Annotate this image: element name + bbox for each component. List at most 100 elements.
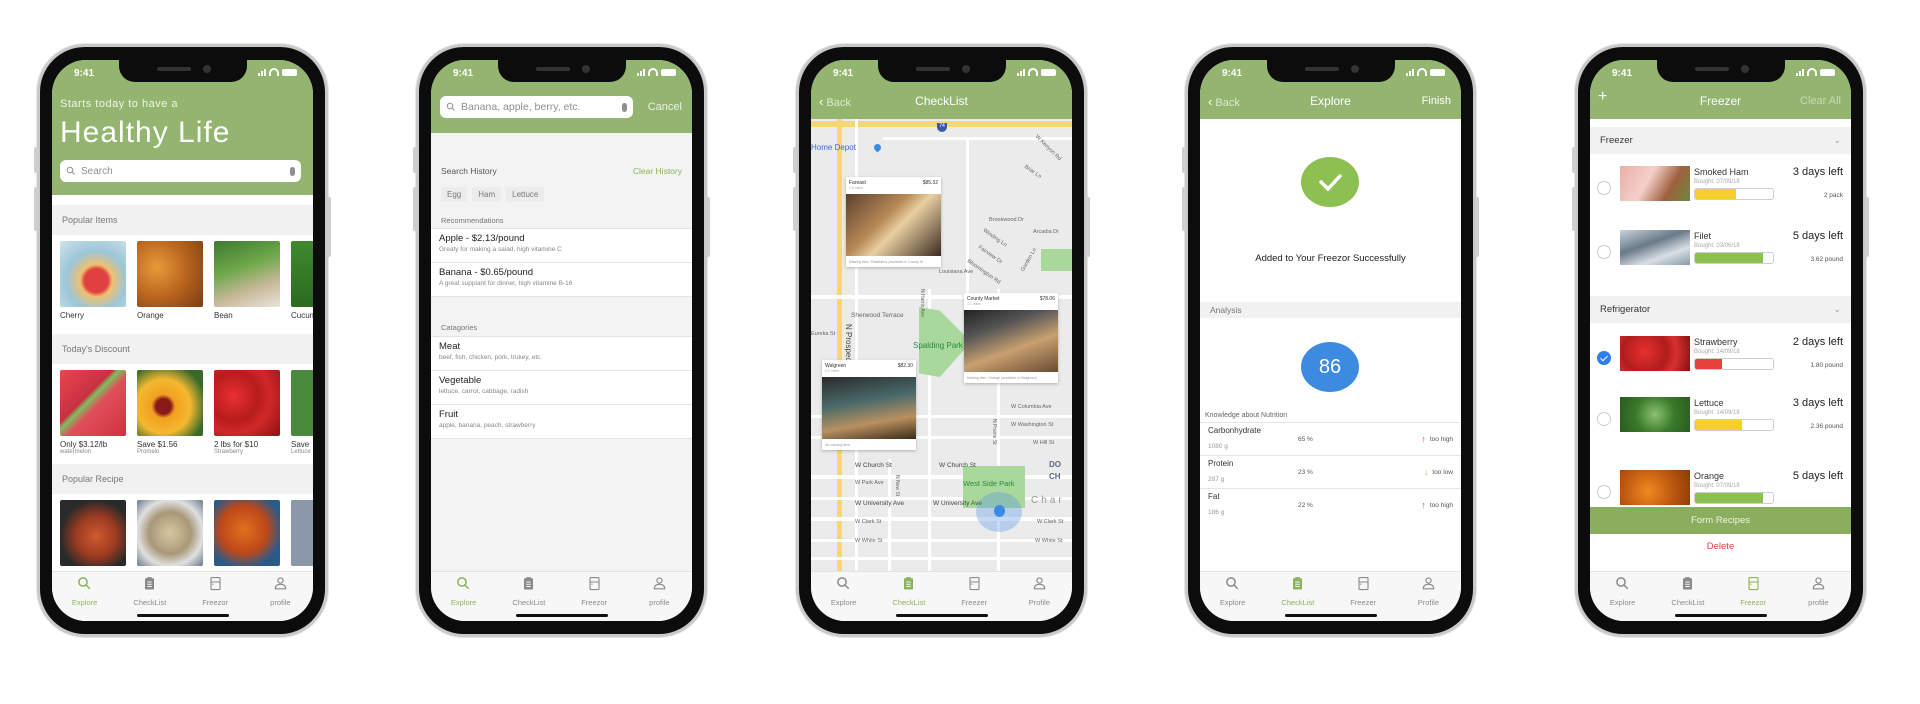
user-location-icon[interactable] (994, 505, 1005, 517)
category-row[interactable]: Fruit apple, banana, peach, strawberry (431, 405, 692, 439)
category-row[interactable]: Meat beef, fish, chicken, pork, trukey, e… (431, 337, 692, 371)
item-image (1620, 336, 1690, 371)
search-history-title: Search History (441, 166, 497, 176)
recipe-tile[interactable] (60, 500, 126, 566)
nutrition-title: Knowledge about Nutrition (1205, 412, 1288, 419)
history-chip[interactable]: Ham (472, 187, 502, 202)
store-card[interactable]: Walgreen $82.30 0.9 miles No missing item (822, 360, 916, 450)
analysis-title: Analysis (1200, 302, 1461, 318)
delete-button[interactable]: Delete (1590, 534, 1851, 571)
freezer-item[interactable]: Filet Bought: 03/06/18 5 days left 3.62 pou… (1590, 230, 1851, 274)
tab-profile[interactable]: profile (1786, 572, 1851, 621)
tab-label: Explore (1219, 598, 1246, 607)
search-icon (77, 576, 92, 598)
person-icon (1811, 576, 1826, 598)
recipe-tile[interactable] (137, 500, 203, 566)
nutrition-row: Carbonhydrate 1080 g 65 % ↑ too high (1200, 422, 1461, 455)
clear-all-button[interactable]: Clear All (1800, 95, 1841, 107)
map-pin-icon (872, 142, 883, 153)
chevron-down-icon[interactable]: ⌄ (1833, 304, 1841, 315)
item-tile[interactable]: Orange (137, 241, 203, 320)
categories-title: Catagories (441, 323, 478, 332)
tab-label: Freezor (1740, 598, 1767, 607)
discount-tile[interactable]: Only $3.12/lb watermelon (60, 370, 126, 455)
tab-label: Freezor (202, 598, 229, 607)
tab-label: Explore (450, 598, 477, 607)
recipe-tile[interactable] (291, 500, 313, 566)
finish-button[interactable]: Finish (1422, 95, 1451, 107)
discount-tile[interactable]: Save Lettuce (291, 370, 313, 455)
chevron-down-icon[interactable]: ⌄ (1833, 135, 1841, 146)
item-bought-date: Bought: 07/09/18 (1694, 179, 1740, 185)
section-header[interactable]: Refrigerator ⌄ (1590, 296, 1851, 323)
search-input[interactable]: Banana, apple, berry, etc. (440, 96, 633, 118)
search-icon (1615, 576, 1630, 598)
home-indicator (1284, 614, 1377, 617)
search-icon (1225, 576, 1240, 598)
tab-explore[interactable]: Explore (811, 572, 876, 621)
microphone-icon[interactable] (290, 166, 295, 176)
tab-label: CheckList (133, 598, 167, 607)
select-checkbox[interactable] (1597, 181, 1611, 195)
search-placeholder: Banana, apple, berry, etc. (461, 101, 581, 113)
select-checkbox[interactable] (1597, 245, 1611, 259)
freezer-item[interactable]: Lettuce Bought: 14/09/18 3 days left 2.36 p… (1590, 397, 1851, 441)
map-view[interactable]: 74 Home Depot Sherwood Terrace N Prospec… (811, 119, 1072, 571)
tab-explore[interactable]: Explore (431, 572, 496, 621)
select-checkbox[interactable] (1597, 351, 1611, 365)
item-tile[interactable]: Bean (214, 241, 280, 320)
person-icon (652, 576, 667, 598)
days-left: 5 days left (1792, 230, 1843, 242)
section-header[interactable]: Freezer ⌄ (1590, 127, 1851, 154)
clear-history-button[interactable]: Clear History (633, 166, 682, 176)
tab-profile[interactable]: profile (248, 572, 313, 621)
tab-profile[interactable]: Profile (1007, 572, 1072, 621)
item-image (1620, 166, 1690, 201)
tab-explore[interactable]: Explore (1590, 572, 1655, 621)
tab-profile[interactable]: Profile (1396, 572, 1461, 621)
tab-bar: Explore CheckList Freezor profile (1590, 571, 1851, 621)
home-indicator (136, 614, 229, 617)
tab-profile[interactable]: profile (627, 572, 692, 621)
fridge-icon (587, 576, 602, 598)
discount-tile[interactable]: Save $1.56 Promelo (137, 370, 203, 455)
wifi-icon (1417, 68, 1427, 76)
battery-icon (1041, 68, 1056, 76)
history-chip[interactable]: Lettuce (506, 187, 545, 202)
recipe-tile[interactable] (214, 500, 280, 566)
select-checkbox[interactable] (1597, 485, 1611, 499)
nutrition-row: Fat 186 g 22 % ↑ too high (1200, 488, 1461, 521)
nutrition-score: 86 (1301, 342, 1359, 392)
freezer-item[interactable]: Strawberry Bought: 14/09/18 2 days left 1.8… (1590, 336, 1851, 380)
section-title: Today's Discount (52, 334, 313, 364)
store-card[interactable]: County Market $78.06 1.1 miles Missing item… (964, 293, 1058, 383)
tab-explore[interactable]: Explore (1200, 572, 1265, 621)
success-check-icon (1301, 157, 1359, 207)
days-left: 3 days left (1792, 166, 1843, 178)
search-icon (836, 576, 851, 598)
item-tile[interactable]: Cucumber (291, 241, 313, 320)
arrow-up-icon: ↑ (1421, 500, 1426, 510)
tab-label: CheckList (892, 598, 926, 607)
clipboard-icon (1290, 576, 1305, 598)
microphone-icon[interactable] (622, 102, 627, 112)
item-bought-date: Bought: 14/09/18 (1694, 349, 1740, 355)
search-icon (456, 576, 471, 598)
category-row[interactable]: Vegetable lettuce, carrot, cabbage, radis… (431, 371, 692, 405)
discount-tile[interactable]: 2 lbs for $10 Strawberry (214, 370, 280, 455)
freshness-bar (1694, 188, 1774, 200)
tab-label: profile (1808, 598, 1829, 607)
cancel-button[interactable]: Cancel (648, 101, 682, 113)
store-card[interactable]: Fareast $85.32 2.6 miles Missing item: Stra… (846, 177, 941, 267)
select-checkbox[interactable] (1597, 412, 1611, 426)
fridge-icon (967, 576, 982, 598)
item-tile[interactable]: Cherry (60, 241, 126, 320)
wifi-icon (1807, 68, 1817, 76)
history-chip[interactable]: Egg (441, 187, 468, 202)
tab-explore[interactable]: Explore (52, 572, 117, 621)
form-recipes-button[interactable]: Form Recipes (1590, 507, 1851, 534)
freezer-item[interactable]: Smoked Ham Bought: 07/09/18 3 days left 2 p… (1590, 166, 1851, 210)
search-input[interactable]: Search (60, 160, 301, 182)
recommendation-row[interactable]: Banana - $0.65/pound A great supplant for… (431, 263, 692, 297)
recommendation-row[interactable]: Apple - $2.13/pound Greaty for making a s… (431, 229, 692, 263)
